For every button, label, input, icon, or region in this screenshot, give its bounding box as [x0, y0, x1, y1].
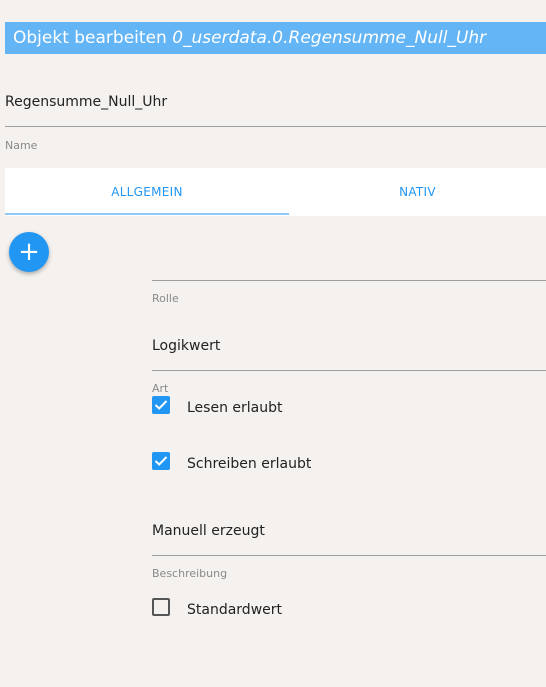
- checkmark-icon: [154, 400, 168, 410]
- type-label: Art: [152, 382, 169, 395]
- role-label: Rolle: [152, 292, 179, 305]
- dialog-object-id: 0_userdata.0.Regensumme_Null_Uhr: [172, 28, 487, 48]
- description-input-underline: [152, 555, 546, 556]
- name-input[interactable]: Regensumme_Null_Uhr: [5, 94, 167, 110]
- tab-allgemein[interactable]: ALLGEMEIN: [5, 168, 289, 216]
- default-value-checkbox[interactable]: [152, 598, 170, 616]
- read-allowed-checkbox[interactable]: [152, 396, 170, 414]
- role-input-underline[interactable]: [152, 280, 546, 281]
- description-input[interactable]: Manuell erzeugt: [152, 523, 265, 539]
- write-allowed-checkbox[interactable]: [152, 452, 170, 470]
- add-button[interactable]: +: [9, 232, 49, 272]
- type-select-underline: [152, 370, 546, 371]
- type-select[interactable]: Logikwert: [152, 338, 220, 354]
- name-field-area: [0, 54, 546, 168]
- name-input-underline: [5, 126, 546, 127]
- dialog-title: Objekt bearbeiten 0_userdata.0.Regensumm…: [5, 22, 546, 54]
- dialog-title-prefix: Objekt bearbeiten: [13, 28, 173, 48]
- write-allowed-label: Schreiben erlaubt: [187, 456, 312, 472]
- tab-bar: ALLGEMEIN NATIV: [5, 168, 546, 216]
- default-value-label: Standardwert: [187, 602, 282, 618]
- plus-icon: +: [18, 237, 40, 267]
- description-label: Beschreibung: [152, 567, 228, 580]
- read-allowed-label: Lesen erlaubt: [187, 400, 283, 416]
- top-strip: [0, 0, 546, 22]
- name-label: Name: [5, 139, 38, 152]
- tab-active-indicator: [5, 213, 289, 215]
- checkmark-icon: [154, 456, 168, 466]
- tab-nativ[interactable]: NATIV: [289, 168, 546, 216]
